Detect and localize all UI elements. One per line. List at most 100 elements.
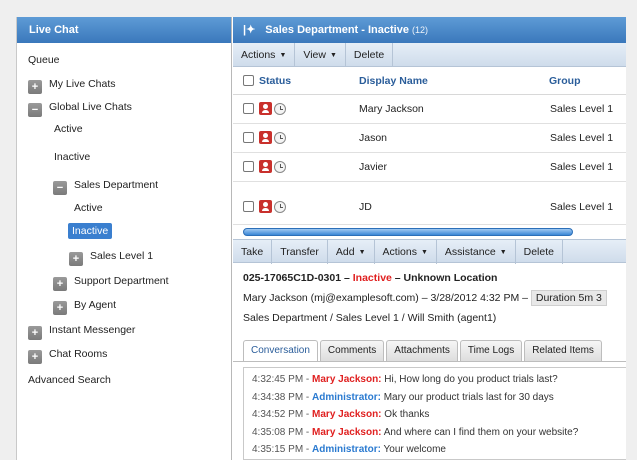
chat-actions-label: Actions [382,246,417,258]
row-checkbox[interactable] [243,132,254,143]
group-cell: Sales Level 1 [550,132,614,144]
transfer-button[interactable]: Transfer [272,240,328,264]
chat-title-line: 025-17065C1D-0301 – Inactive – Unknown L… [243,268,626,288]
chevron-down-icon: ▼ [329,52,337,59]
add-menu-button[interactable]: Add ▼ [328,240,375,264]
chevron-down-icon: ▼ [358,249,366,256]
tree-item-global-live-chats[interactable]: − Global Live Chats [28,96,132,118]
chat-location: – Unknown Location [391,272,498,284]
visitor-icon [259,200,272,213]
chevron-down-icon: ▼ [279,52,287,59]
tree-item-label: Support Department [74,275,169,287]
tab-conversation[interactable]: Conversation [243,340,318,362]
message-row: 4:35:15 PM - Administrator: Your welcome [252,441,618,459]
message-row: 4:35:08 PM - Mary Jackson: And where can… [252,424,618,442]
tree-item-my-live-chats[interactable]: + My Live Chats [28,73,116,95]
message-author: Mary Jackson: [312,426,382,438]
message-time: 4:35:15 PM - [252,444,313,455]
tree-item-label: Active [74,202,103,214]
message-author: Mary Jackson: [312,409,382,420]
tree-item-by-agent[interactable]: + By Agent [53,294,116,316]
group-cell: Sales Level 1 [550,161,614,173]
chat-actions-menu-button[interactable]: Actions ▼ [375,240,437,264]
list-toolbar: Actions ▼ View ▼ Delete [233,43,626,67]
tree-item-chat-rooms[interactable]: + Chat Rooms [28,343,107,365]
chat-delete-button[interactable]: Delete [516,240,563,264]
row-status [243,153,286,182]
tree-item-label: Queue [28,54,60,66]
message-text: Your welcome [380,444,446,455]
tree-item-global-inactive[interactable]: Inactive [54,146,90,168]
message-author: Administrator: [312,391,381,403]
table-row[interactable]: Javier Sales Level 1 [233,153,626,182]
page-title: Sales Department - Inactive [265,24,409,36]
chevron-down-icon: ▼ [420,249,428,256]
tree-item-sales-department[interactable]: − Sales Department [53,174,158,196]
left-panel: Live Chat Queue + My Live Chats − Global L… [17,17,232,460]
tree-item-label: Chat Rooms [49,348,108,360]
pane-splitter[interactable] [233,225,626,239]
view-menu-button[interactable]: View ▼ [295,43,346,67]
chat-details: 025-17065C1D-0301 – Inactive – Unknown L… [243,268,626,328]
expand-icon[interactable]: + [53,277,67,291]
tab-related-items[interactable]: Related Items [524,340,602,362]
row-checkbox[interactable] [243,201,254,212]
tree-item-label: Active [54,123,83,135]
row-checkbox[interactable] [243,161,254,172]
select-all-checkbox[interactable] [243,75,254,86]
tree-item-support-department[interactable]: + Support Department [53,270,169,292]
horizontal-scrollbar[interactable] [243,228,573,236]
tree-item-label: Inactive [68,223,113,239]
message-row: 4:34:38 PM - Administrator: Mary our pro… [252,389,618,407]
table-row[interactable]: Jason Sales Level 1 [233,124,626,153]
tree-item-sales-level-1[interactable]: + Sales Level 1 [69,245,153,267]
message-time: 4:35:08 PM - [252,426,313,438]
actions-menu-button[interactable]: Actions ▼ [233,43,296,67]
pin-icon[interactable]: |✦ [243,17,255,43]
expand-icon[interactable]: + [69,252,83,266]
tree-item-label: My Live Chats [49,78,116,90]
status-badge: Inactive [352,272,392,284]
table-row[interactable]: JD Sales Level 1 [233,182,626,225]
collapse-icon[interactable]: − [28,103,42,117]
visitor-icon [259,131,272,144]
collapse-icon[interactable]: − [53,181,67,195]
panel-header: |✦ Sales Department - Inactive (12) [233,17,626,43]
expand-icon[interactable]: + [28,350,42,364]
row-status [243,124,286,153]
tree-item-label: By Agent [74,299,117,311]
assistance-menu-button[interactable]: Assistance ▼ [437,240,516,264]
chevron-down-icon: ▼ [499,249,507,256]
tab-time-logs[interactable]: Time Logs [459,340,523,362]
status-column-header[interactable]: Status [243,67,291,95]
tree-item-sales-active[interactable]: Active [74,197,103,219]
message-time: 4:34:52 PM - [252,409,313,420]
display-name-cell: Mary Jackson [359,103,424,115]
take-button[interactable]: Take [233,240,273,264]
message-text: Hi, How long do you product trials last? [381,374,558,385]
item-count: (12) [412,25,429,35]
delete-button[interactable]: Delete [346,43,394,67]
tree-item-global-active[interactable]: Active [54,118,83,140]
group-column-header[interactable]: Group [549,67,581,95]
group-cell: Sales Level 1 [550,103,614,115]
tab-attachments[interactable]: Attachments [386,340,458,362]
expand-icon[interactable]: + [53,301,67,315]
expand-icon[interactable]: + [28,326,42,340]
message-author: Administrator: [312,444,381,455]
left-panel-title: Live Chat [17,17,231,43]
conversation-transcript[interactable]: 4:32:45 PM - Mary Jackson: Hi, How long … [243,367,626,460]
tree-item-sales-inactive[interactable]: Inactive [68,220,113,242]
table-row[interactable]: Mary Jackson Sales Level 1 [233,95,626,124]
message-row: 4:32:45 PM - Mary Jackson: Hi, How long … [252,371,618,389]
expand-icon[interactable]: + [28,80,42,94]
tree-item-instant-messenger[interactable]: + Instant Messenger [28,319,135,341]
chat-visitor-line: Mary Jackson (mj@examplesoft.com) – 3/28… [243,288,626,308]
tree-item-label: Inactive [54,151,91,163]
tab-comments[interactable]: Comments [319,340,385,362]
tree-item-advanced-search[interactable]: Advanced Search [28,369,111,391]
tree-item-label: Sales Level 1 [90,250,154,262]
row-checkbox[interactable] [243,103,254,114]
tree-item-queue[interactable]: Queue [28,49,60,71]
display-name-column-header[interactable]: Display Name [359,67,428,95]
